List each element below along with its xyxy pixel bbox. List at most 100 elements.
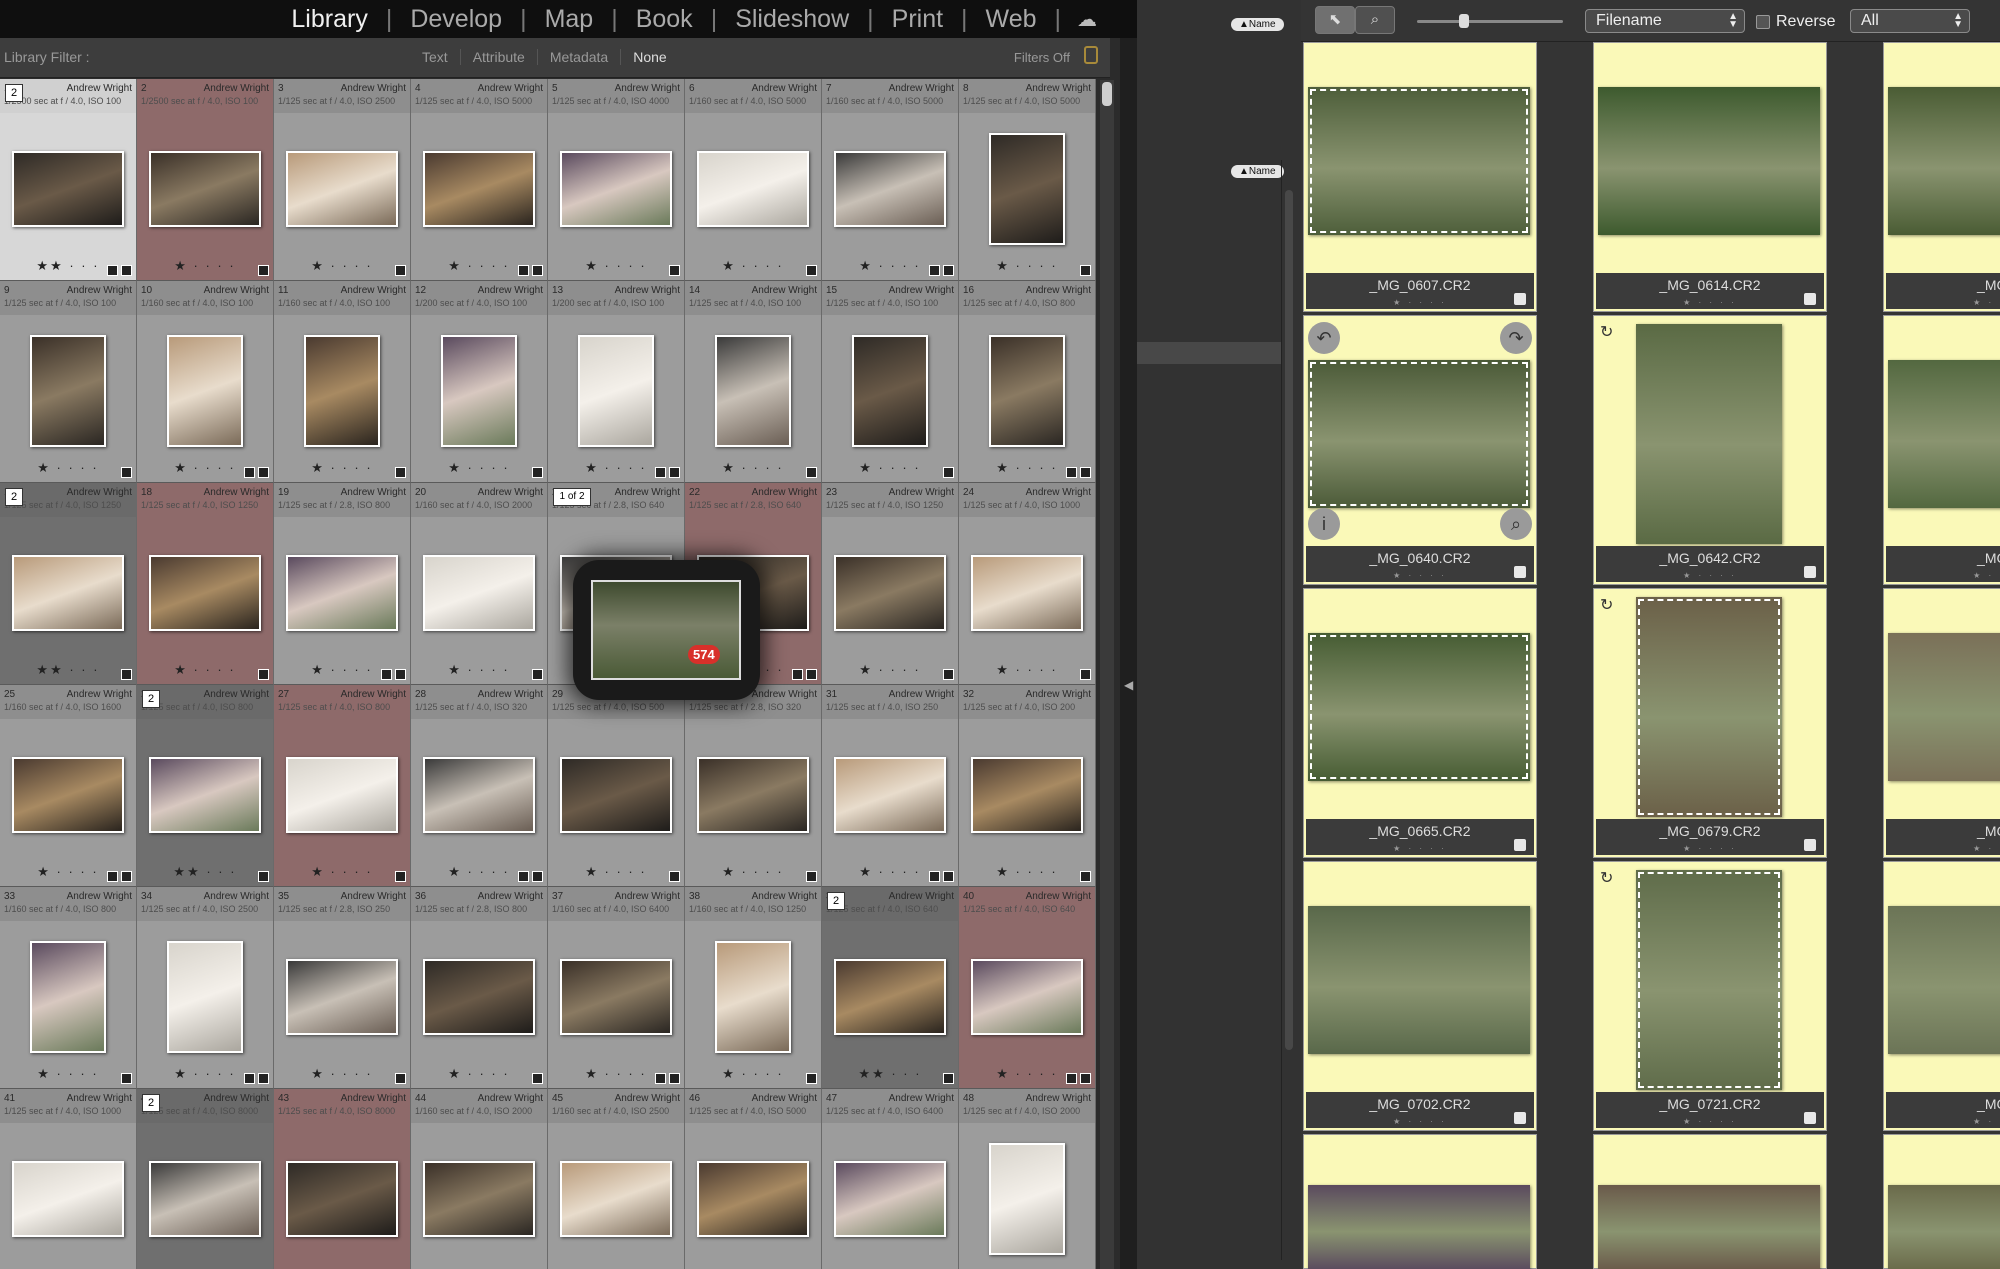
photo-thumbnail[interactable] — [697, 757, 809, 833]
star-rating[interactable]: ★ · · · · — [959, 662, 1095, 678]
file-thumbnail[interactable] — [1598, 87, 1820, 235]
grid-cell[interactable]: 15 Andrew Wright 1/125 sec at f / 4.0, ISO… — [822, 281, 959, 483]
file-rating[interactable]: ★ · · · · — [1886, 298, 2000, 307]
photo-thumbnail[interactable] — [423, 757, 535, 833]
file-rating[interactable]: ★ · · · · — [1596, 1117, 1824, 1126]
photo-thumbnail[interactable] — [286, 1161, 398, 1237]
star-rating[interactable]: ★ · · · · — [548, 864, 684, 880]
star-rating[interactable]: ★ · · · · — [0, 864, 136, 880]
grid-cell[interactable]: 48 Andrew Wright 1/125 sec at f / 4.0, ISO… — [959, 1089, 1096, 1269]
file-tile[interactable]: _MG_0 ★ · · · · — [1883, 588, 2000, 858]
grid-cell[interactable]: 25 Andrew Wright 1/160 sec at f / 4.0, ISO… — [0, 685, 137, 887]
file-tile[interactable]: _MG_0665.CR2 ★ · · · · — [1303, 588, 1537, 858]
grid-scrollbar[interactable] — [1100, 80, 1114, 1269]
grid-cell[interactable]: 27 Andrew Wright 1/125 sec at f / 4.0, ISO… — [274, 685, 411, 887]
photo-thumbnail[interactable] — [12, 555, 124, 631]
module-web[interactable]: Web — [968, 5, 1055, 34]
name-sort-pill[interactable]: ▲Name — [1231, 18, 1284, 31]
photo-thumbnail[interactable] — [441, 335, 517, 447]
grid-cell[interactable]: 12 Andrew Wright 1/200 sec at f / 4.0, ISO… — [411, 281, 548, 483]
file-label[interactable]: _MG_0665.CR2 ★ · · · · — [1306, 819, 1534, 855]
grid-cell[interactable]: 17Andrew Wright1/125 sec at f / 4.0, ISO… — [0, 483, 137, 685]
photo-thumbnail[interactable] — [286, 151, 398, 227]
pointer-tool-button[interactable]: ⬉ — [1315, 6, 1355, 34]
photo-thumbnail[interactable] — [989, 335, 1065, 447]
stack-count-badge[interactable]: 2 — [5, 84, 23, 102]
file-tile[interactable]: ↻ _MG_0642.CR2 ★ · · · · — [1593, 315, 1827, 585]
photo-thumbnail[interactable] — [560, 757, 672, 833]
filter-tab-text[interactable]: Text — [410, 49, 460, 65]
photo-thumbnail[interactable] — [30, 941, 106, 1053]
filters-state[interactable]: Filters Off — [1014, 50, 1070, 65]
photo-thumbnail[interactable] — [12, 1161, 124, 1237]
grid-cell[interactable]: 18 Andrew Wright 1/125 sec at f / 4.0, ISO… — [137, 483, 274, 685]
module-develop[interactable]: Develop — [392, 5, 520, 34]
file-thumbnail[interactable] — [1308, 1185, 1530, 1269]
grid-cell[interactable]: 35 Andrew Wright 1/125 sec at f / 2.8, ISO… — [274, 887, 411, 1089]
photo-thumbnail[interactable] — [834, 151, 946, 227]
slider-knob[interactable] — [1459, 14, 1469, 28]
middle-scrollbar[interactable] — [1285, 190, 1293, 1050]
reverse-checkbox[interactable]: Reverse — [1756, 13, 1836, 31]
photo-thumbnail[interactable] — [560, 1161, 672, 1237]
file-label[interactable]: _MG_0 ★ · · · · — [1886, 273, 2000, 309]
file-rating[interactable]: ★ · · · · — [1306, 571, 1534, 580]
star-rating[interactable]: ★ · · · · — [959, 460, 1095, 476]
photo-thumbnail[interactable] — [304, 335, 380, 447]
file-thumbnail[interactable] — [1308, 906, 1530, 1054]
star-rating[interactable]: ★★ · · · — [0, 662, 136, 678]
grid-cell[interactable]: 13 Andrew Wright 1/200 sec at f / 4.0, ISO… — [548, 281, 685, 483]
checkbox-box[interactable] — [1756, 15, 1770, 29]
lock-icon[interactable] — [1084, 46, 1098, 64]
file-tile[interactable]: ↻ _MG_0721.CR2 ★ · · · · — [1593, 861, 1827, 1131]
star-rating[interactable]: ★★ · · · — [137, 864, 273, 880]
file-rating[interactable]: ★ · · · · — [1306, 844, 1534, 853]
star-rating[interactable]: ★ · · · · — [685, 460, 821, 476]
photo-thumbnail[interactable] — [149, 555, 261, 631]
star-rating[interactable]: ★ · · · · — [137, 460, 273, 476]
grid-cell[interactable]: 19 Andrew Wright 1/125 sec at f / 2.8, ISO… — [274, 483, 411, 685]
grid-cell[interactable]: 11 Andrew Wright 1/160 sec at f / 4.0, ISO… — [274, 281, 411, 483]
module-book[interactable]: Book — [618, 5, 711, 34]
photo-thumbnail[interactable] — [30, 335, 106, 447]
star-rating[interactable]: ★ · · · · — [274, 258, 410, 274]
rotate-left-icon[interactable]: ↶ — [1308, 322, 1340, 354]
photo-thumbnail[interactable] — [852, 335, 928, 447]
file-tile[interactable] — [1303, 1134, 1537, 1269]
photo-thumbnail[interactable] — [423, 959, 535, 1035]
file-tile[interactable]: _MG_0702.CR2 ★ · · · · — [1303, 861, 1537, 1131]
star-rating[interactable]: ★ · · · · — [137, 258, 273, 274]
filter-tab-metadata[interactable]: Metadata — [536, 49, 620, 65]
star-rating[interactable]: ★ · · · · — [822, 864, 958, 880]
stack-count-badge[interactable]: 2 — [827, 892, 845, 910]
star-rating[interactable]: ★ · · · · — [411, 460, 547, 476]
file-checkbox[interactable] — [1804, 566, 1816, 578]
star-rating[interactable]: ★ · · · · — [411, 662, 547, 678]
photo-thumbnail[interactable] — [834, 555, 946, 631]
file-thumbnail[interactable] — [1888, 906, 2000, 1054]
grid-cell[interactable]: 33 Andrew Wright 1/160 sec at f / 4.0, ISO… — [0, 887, 137, 1089]
star-rating[interactable]: ★ · · · · — [959, 864, 1095, 880]
photo-thumbnail[interactable] — [167, 941, 243, 1053]
photo-thumbnail[interactable] — [989, 133, 1065, 245]
grid-cell[interactable]: 43 Andrew Wright 1/125 sec at f / 4.0, ISO… — [274, 1089, 411, 1269]
star-rating[interactable]: ★ · · · · — [0, 460, 136, 476]
grid-cell[interactable]: 6 Andrew Wright 1/160 sec at f / 4.0, ISO … — [685, 79, 822, 281]
grid-cell[interactable]: 37 Andrew Wright 1/160 sec at f / 4.0, ISO… — [548, 887, 685, 1089]
grid-cell[interactable]: 41 Andrew Wright 1/125 sec at f / 4.0, ISO… — [0, 1089, 137, 1269]
file-thumbnail[interactable] — [1888, 1185, 2000, 1269]
zoom-tool-button[interactable]: ⌕ — [1355, 6, 1395, 34]
photo-thumbnail[interactable] — [834, 757, 946, 833]
stack-count-badge[interactable]: 2 — [142, 690, 160, 708]
file-label[interactable]: _MG_0614.CR2 ★ · · · · — [1596, 273, 1824, 309]
right-panel-collapse[interactable]: ◀ — [1120, 38, 1137, 1269]
file-thumbnail[interactable] — [1888, 87, 2000, 235]
file-tile[interactable]: _MG_0 ★ · · · · — [1883, 42, 2000, 312]
star-rating[interactable]: ★ · · · · — [685, 1066, 821, 1082]
grid-cell[interactable]: 36 Andrew Wright 1/125 sec at f / 2.8, ISO… — [411, 887, 548, 1089]
grid-cell[interactable]: 20 Andrew Wright 1/160 sec at f / 4.0, ISO… — [411, 483, 548, 685]
grid-cell[interactable]: 29Andrew Wright1/125 sec at f / 4.0, ISO… — [548, 685, 685, 887]
file-rating[interactable]: ★ · · · · — [1306, 1117, 1534, 1126]
file-checkbox[interactable] — [1804, 293, 1816, 305]
file-tile[interactable]: ↶ ↷ i ⌕ _MG_0640.CR2 ★ · · · · — [1303, 315, 1537, 585]
